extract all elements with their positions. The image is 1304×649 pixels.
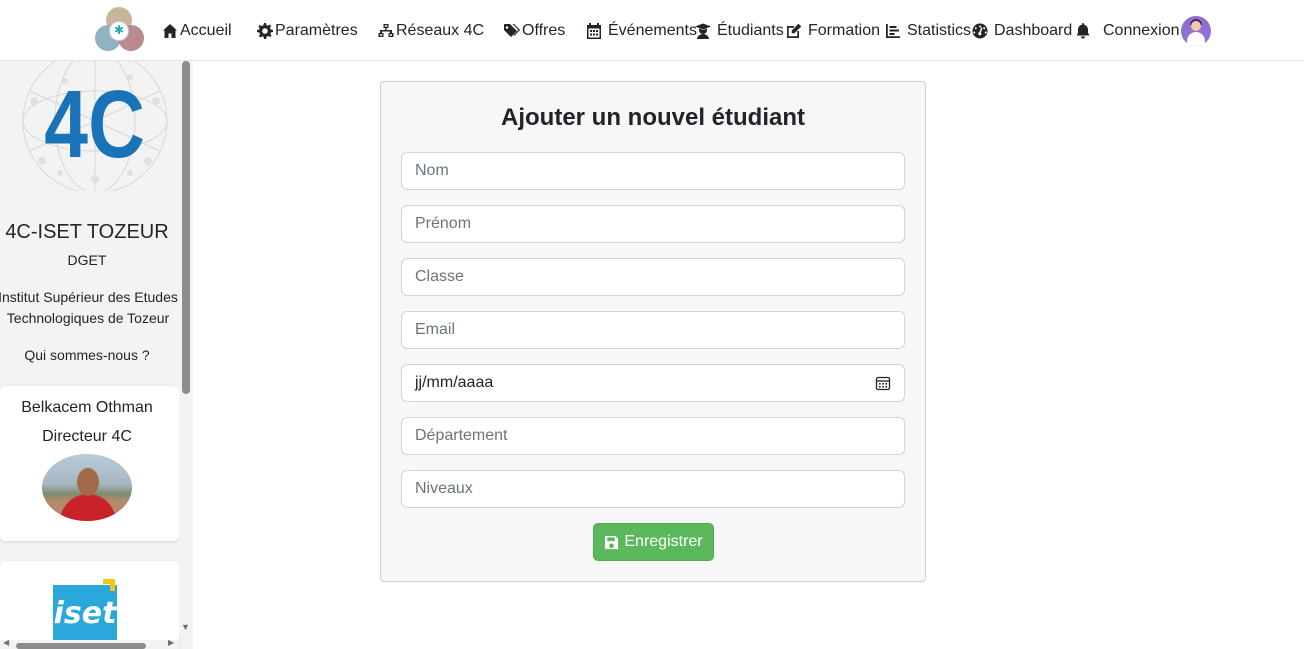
nav-item-formation[interactable]: Formation <box>786 20 880 42</box>
scrollbar-thumb[interactable] <box>182 61 190 394</box>
niveaux-placeholder: Niveaux <box>415 480 473 497</box>
network-icon <box>378 24 394 37</box>
nav-label: Réseaux 4C <box>396 22 485 39</box>
iset-logo-text: iset <box>54 596 118 631</box>
user-avatar[interactable] <box>1181 16 1211 46</box>
description-line-1: Institut Supérieur des Etudes <box>0 289 178 305</box>
nav-item-accueil[interactable]: Accueil <box>162 20 232 42</box>
4c-logo: 4C <box>22 61 168 191</box>
nav-item-etudiants[interactable]: Étudiants <box>695 20 784 42</box>
gauge-icon <box>972 23 988 39</box>
scroll-left-arrow-icon[interactable]: ◀ <box>3 638 9 647</box>
email-placeholder: Email <box>415 321 456 338</box>
sidebar: 4C 4C-ISET TOZEUR DGET Institut Supérieu… <box>0 61 193 649</box>
top-navbar: ✱ Accueil Paramètres Réseaux 4C Offres É… <box>0 0 1304 61</box>
description-line-2: Technologiques de Tozeur <box>6 310 170 326</box>
gear-icon <box>257 23 273 39</box>
prenom-placeholder: Prénom <box>415 215 472 232</box>
save-button[interactable]: Enregistrer <box>593 523 714 561</box>
nom-field[interactable]: Nom <box>401 152 905 190</box>
director-role: Directeur 4C <box>42 428 132 445</box>
scroll-right-arrow-icon[interactable]: ▶ <box>168 638 174 647</box>
nav-item-statistics[interactable]: Statistics <box>885 20 971 42</box>
about-link[interactable]: Qui sommes-nous ? <box>0 347 182 363</box>
sidebar-horizontal-scrollbar[interactable]: ◀ ▶ <box>0 638 179 649</box>
nav-item-connexion[interactable]: Connexion <box>1075 20 1180 42</box>
scroll-down-arrow-icon[interactable]: ▼ <box>181 622 190 632</box>
nav-label: Dashboard <box>994 22 1073 39</box>
floppy-disk-icon <box>605 535 619 549</box>
date-field[interactable]: jj/mm/aaaa <box>401 364 905 402</box>
nav-item-dashboard[interactable]: Dashboard <box>972 20 1072 42</box>
nav-item-evenements[interactable]: Événements <box>586 20 697 42</box>
prenom-field[interactable]: Prénom <box>401 205 905 243</box>
classe-field[interactable]: Classe <box>401 258 905 296</box>
departement-field[interactable]: Département <box>401 417 905 455</box>
nav-label: Statistics <box>907 22 972 39</box>
nav-label: Paramètres <box>275 22 358 39</box>
email-field[interactable]: Email <box>401 311 905 349</box>
niveaux-field[interactable]: Niveaux <box>401 470 905 508</box>
add-student-form: Ajouter un nouvel étudiant Nom Prénom Cl… <box>380 81 926 582</box>
bell-icon <box>1076 23 1090 39</box>
departement-placeholder: Département <box>415 427 508 444</box>
nav-item-offres[interactable]: Offres <box>504 20 565 42</box>
nav-label: Accueil <box>180 22 232 39</box>
institution-title: 4C-ISET TOZEUR <box>5 221 169 243</box>
iset-logo: iset <box>53 579 118 641</box>
calendar-icon <box>587 23 601 39</box>
logo-text: 4C <box>44 71 145 178</box>
chart-icon <box>886 24 900 38</box>
nom-placeholder: Nom <box>415 162 449 179</box>
nav-item-reseaux[interactable]: Réseaux 4C <box>378 20 484 42</box>
sidebar-vertical-scrollbar[interactable]: ▼ <box>179 61 193 636</box>
institution-description: Institut Supérieur des Etudes Technologi… <box>0 287 186 329</box>
calendar-picker-icon[interactable] <box>875 375 891 391</box>
classe-placeholder: Classe <box>415 268 464 285</box>
nav-label: Offres <box>522 22 566 39</box>
director-photo <box>42 454 132 521</box>
nav-label: Événements <box>608 22 697 39</box>
nav-label: Formation <box>808 22 881 39</box>
form-title: Ajouter un nouvel étudiant <box>501 104 805 131</box>
tags-icon <box>504 23 520 37</box>
partner-card: iset <box>0 561 179 649</box>
institution-subtitle: DGET <box>67 252 107 268</box>
nav-label: Étudiants <box>717 22 784 39</box>
save-button-label: Enregistrer <box>624 533 703 550</box>
home-icon <box>163 24 177 38</box>
director-card: Belkacem Othman Directeur 4C <box>0 386 179 541</box>
graduate-icon <box>695 23 711 39</box>
nav-label: Connexion <box>1103 22 1180 39</box>
scrollbar-thumb[interactable] <box>16 643 146 649</box>
edit-icon <box>787 23 802 38</box>
nav-item-parametres[interactable]: Paramètres <box>257 20 358 42</box>
brand-logo[interactable]: ✱ <box>94 7 146 53</box>
director-name: Belkacem Othman <box>21 399 153 416</box>
date-placeholder: jj/mm/aaaa <box>415 374 494 391</box>
